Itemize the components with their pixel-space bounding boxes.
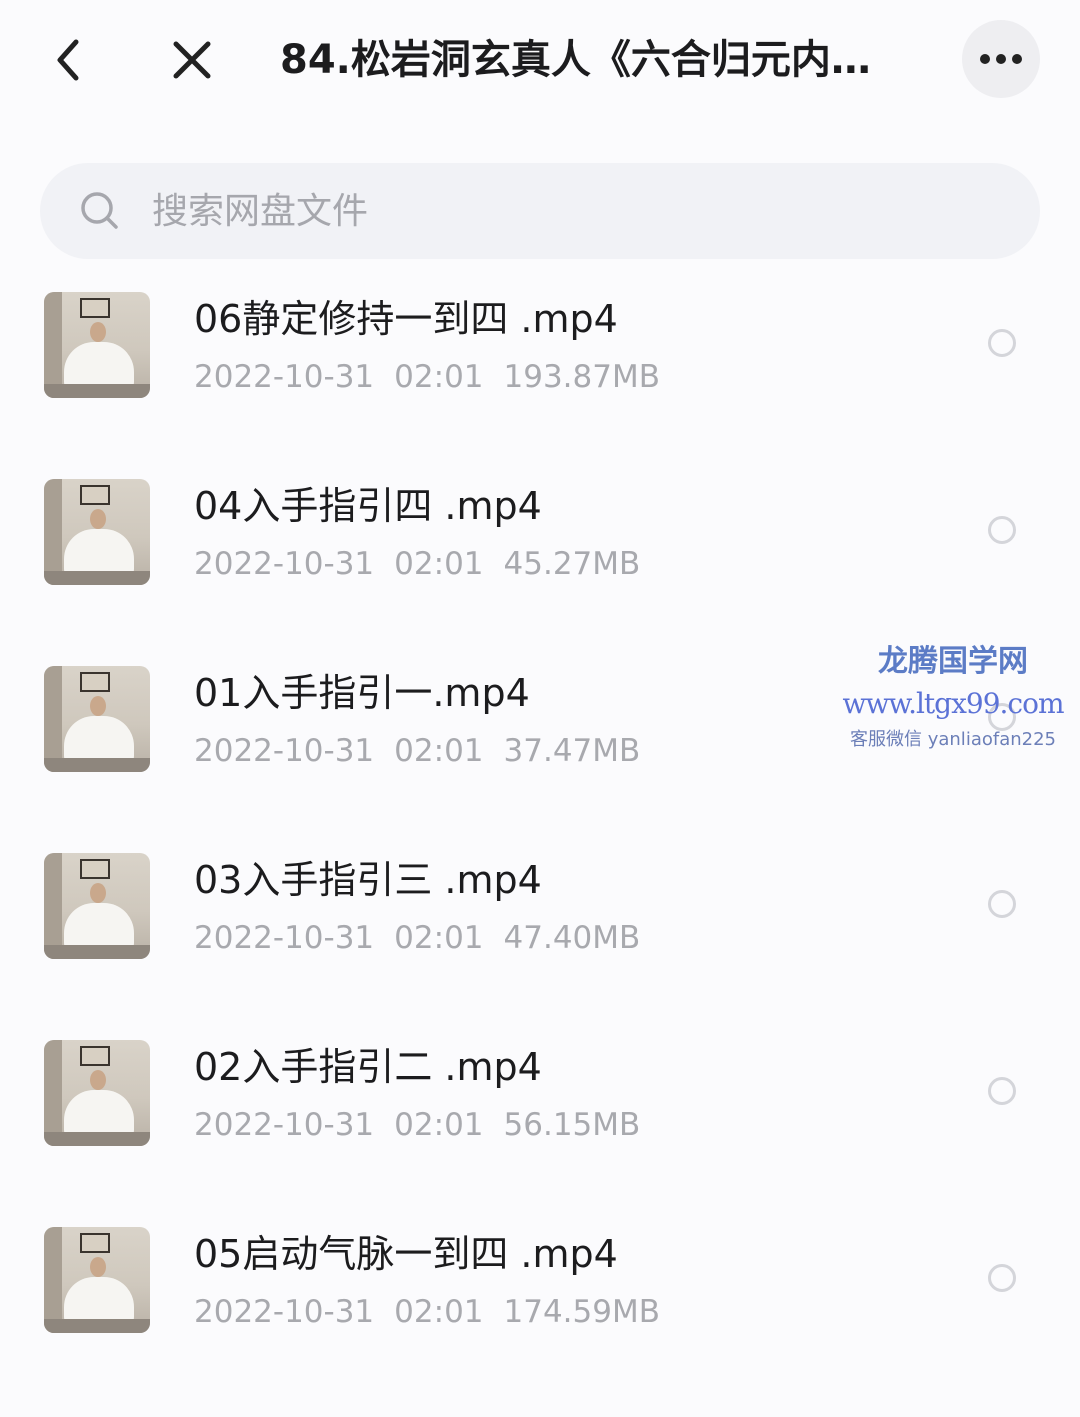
search-icon (81, 192, 118, 229)
file-time: 02:01 (394, 1107, 484, 1143)
select-radio[interactable] (988, 516, 1016, 544)
file-date: 2022-10-31 (194, 1107, 375, 1143)
file-meta: 2022-10-31 02:01 45.27MB (194, 541, 660, 587)
file-list: 06静定修持一到四 .mp4 2022-10-31 02:01 193.87MB 0… (0, 262, 1080, 1384)
video-thumbnail (44, 1227, 150, 1333)
more-dot (996, 54, 1006, 64)
search-bar[interactable] (40, 163, 1040, 259)
search-input[interactable] (150, 189, 974, 233)
file-date: 2022-10-31 (194, 546, 375, 582)
more-horizontal-icon (980, 54, 990, 64)
watermark-url: www.ltgx99.com (842, 687, 1064, 720)
file-time: 02:01 (394, 359, 484, 395)
file-time: 02:01 (394, 733, 484, 769)
file-date: 2022-10-31 (194, 1294, 375, 1330)
file-time: 02:01 (394, 1294, 484, 1330)
more-options-button[interactable] (962, 20, 1040, 98)
file-date: 2022-10-31 (194, 920, 375, 956)
file-name: 02入手指引二 .mp4 (194, 1045, 542, 1089)
file-size: 174.59MB (503, 1294, 660, 1330)
close-icon (173, 41, 211, 79)
chevron-left-icon (57, 39, 79, 81)
file-name: 04入手指引四 .mp4 (194, 484, 542, 528)
close-button[interactable] (164, 30, 220, 90)
file-row[interactable]: 04入手指引四 .mp4 2022-10-31 02:01 45.27MB (0, 449, 1080, 636)
watermark-site-name: 龙腾国学网 (878, 644, 1028, 679)
select-radio[interactable] (988, 890, 1016, 918)
file-meta: 2022-10-31 02:01 37.47MB (194, 728, 660, 774)
file-row[interactable]: 06静定修持一到四 .mp4 2022-10-31 02:01 193.87MB (0, 262, 1080, 449)
file-row[interactable]: 02入手指引二 .mp4 2022-10-31 02:01 56.15MB (0, 1010, 1080, 1197)
video-thumbnail (44, 666, 150, 772)
select-radio[interactable] (988, 1264, 1016, 1292)
file-time: 02:01 (394, 546, 484, 582)
video-thumbnail (44, 1040, 150, 1146)
file-size: 45.27MB (503, 546, 641, 582)
file-meta: 2022-10-31 02:01 47.40MB (194, 915, 660, 961)
file-size: 47.40MB (503, 920, 641, 956)
file-size: 56.15MB (503, 1107, 641, 1143)
file-name: 03入手指引三 .mp4 (194, 858, 542, 902)
more-dot (1012, 54, 1022, 64)
file-time: 02:01 (394, 920, 484, 956)
file-size: 37.47MB (503, 733, 641, 769)
page-title: 84.松岩洞玄真人《六合归元内… (280, 37, 871, 83)
file-name: 05启动气脉一到四 .mp4 (194, 1232, 618, 1276)
file-date: 2022-10-31 (194, 359, 375, 395)
select-radio[interactable] (988, 1077, 1016, 1105)
file-meta: 2022-10-31 02:01 193.87MB (194, 354, 680, 400)
file-name: 06静定修持一到四 .mp4 (194, 297, 618, 341)
file-meta: 2022-10-31 02:01 174.59MB (194, 1289, 680, 1335)
file-size: 193.87MB (503, 359, 660, 395)
watermark: 龙腾国学网 www.ltgx99.com 客服微信 yanliaofan225 (828, 640, 1078, 756)
file-meta: 2022-10-31 02:01 56.15MB (194, 1102, 660, 1148)
video-thumbnail (44, 292, 150, 398)
file-row[interactable]: 05启动气脉一到四 .mp4 2022-10-31 02:01 174.59MB (0, 1197, 1080, 1384)
file-row[interactable]: 03入手指引三 .mp4 2022-10-31 02:01 47.40MB (0, 823, 1080, 1010)
watermark-contact: 客服微信 yanliaofan225 (850, 729, 1056, 750)
top-bar: 84.松岩洞玄真人《六合归元内… (0, 0, 1080, 120)
file-date: 2022-10-31 (194, 733, 375, 769)
video-thumbnail (44, 479, 150, 585)
file-name: 01入手指引一.mp4 (194, 671, 530, 715)
video-thumbnail (44, 853, 150, 959)
back-button[interactable] (40, 30, 96, 90)
select-radio[interactable] (988, 329, 1016, 357)
